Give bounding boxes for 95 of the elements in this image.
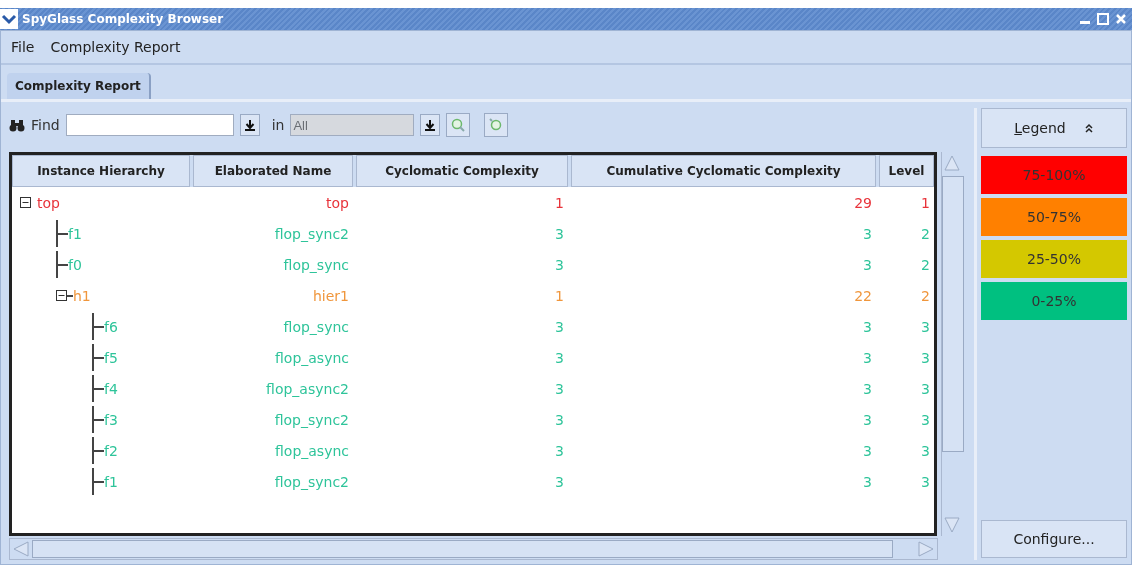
table-cell-text: 1	[554, 194, 565, 211]
collapse-icon[interactable]	[20, 197, 31, 208]
column-header[interactable]: Level	[879, 155, 934, 187]
table-cell-text: 3	[862, 256, 873, 273]
scroll-thumb[interactable]	[942, 176, 964, 452]
table-cell-text: flop_sync	[282, 318, 350, 335]
table-cell-text: 3	[862, 318, 873, 335]
instance-name[interactable]: top	[37, 194, 60, 211]
horizontal-scrollbar[interactable]	[9, 538, 938, 560]
column-header[interactable]: Instance Hierarchy	[12, 155, 190, 187]
table-cell-text: flop_sync2	[273, 225, 350, 242]
instance-name[interactable]: f0	[68, 256, 82, 273]
find-label: Find	[31, 117, 60, 133]
table-cell-text: 3	[920, 411, 931, 428]
in-label: in	[271, 117, 285, 133]
table-cell-text: 1	[554, 287, 565, 304]
table-cell-text: 1	[920, 194, 931, 211]
search-next-button[interactable]	[484, 113, 509, 137]
table-cell-text: 3	[862, 349, 873, 366]
instance-name[interactable]: f3	[104, 411, 118, 428]
dropdown-button[interactable]	[239, 114, 260, 136]
window-title: SpyGlass Complexity Browser	[22, 12, 225, 26]
menu-item[interactable]: Complexity Report	[50, 39, 181, 55]
tree-line	[56, 220, 68, 247]
arrow-down-icon	[243, 119, 256, 131]
table-cell-text: flop_async	[274, 442, 350, 459]
tree-line	[92, 313, 104, 340]
menu-item[interactable]: File	[11, 39, 35, 55]
legend-item: 50-75%	[981, 198, 1127, 236]
instance-name[interactable]: f4	[104, 380, 118, 397]
search-prev-button[interactable]	[446, 113, 471, 137]
find-field[interactable]	[65, 114, 234, 136]
maximize-icon[interactable]	[1096, 12, 1110, 26]
table-cell-text: top	[325, 194, 350, 211]
scope-field[interactable]: All	[290, 114, 415, 136]
table-cell-text: 3	[554, 349, 565, 366]
tree-line	[56, 251, 68, 278]
instance-name[interactable]: h1	[73, 287, 91, 304]
tree-line	[67, 293, 73, 298]
collapse-icon[interactable]	[56, 290, 67, 301]
close-icon[interactable]	[1114, 12, 1128, 26]
tree-line	[92, 375, 104, 402]
scroll-thumb[interactable]	[32, 540, 893, 558]
arrow-down-icon	[424, 119, 437, 131]
table-cell-text: 3	[920, 442, 931, 459]
table-cell-text: flop_sync	[282, 256, 350, 273]
table-cell-text: 3	[554, 318, 565, 335]
tree-line	[92, 437, 104, 464]
table-cell-text: 3	[920, 318, 931, 335]
table-cell-text: 3	[862, 411, 873, 428]
table-cell-text: 2	[920, 256, 931, 273]
tree-line	[92, 344, 104, 371]
table-cell-text: 3	[554, 380, 565, 397]
legend-item: 0-25%	[981, 282, 1127, 320]
table-cell-text: 22	[853, 287, 873, 304]
instance-name[interactable]: f6	[104, 318, 118, 335]
table-cell-text: 3	[862, 473, 873, 490]
table-cell-text: 3	[920, 349, 931, 366]
table-cell-text: 3	[920, 380, 931, 397]
table-cell-text: 3	[920, 473, 931, 490]
table-cell-text: 3	[554, 473, 565, 490]
tree-line	[92, 406, 104, 433]
table-cell-text: 3	[554, 442, 565, 459]
table-cell-text: 3	[554, 225, 565, 242]
table-cell-text: 2	[920, 287, 931, 304]
chevron-down-icon[interactable]	[0, 9, 18, 29]
instance-name[interactable]: f1	[68, 225, 82, 242]
table-cell-text: 3	[554, 411, 565, 428]
magnifier-icon	[450, 117, 467, 133]
instance-name[interactable]: f1	[104, 473, 118, 490]
table-cell-text: 3	[554, 256, 565, 273]
legend-item: 25-50%	[981, 240, 1127, 278]
table-cell-text: flop_sync2	[273, 411, 350, 428]
binoculars-icon	[9, 118, 25, 132]
tree-line	[92, 468, 104, 495]
column-header[interactable]: Cumulative Cyclomatic Complexity	[571, 155, 876, 187]
table-cell-text: 29	[853, 194, 873, 211]
legend-item: 75-100%	[981, 156, 1127, 194]
legend-button[interactable]: Legend	[981, 108, 1127, 148]
instance-name[interactable]: f5	[104, 349, 118, 366]
configure-button[interactable]: Configure...	[981, 520, 1127, 558]
table-cell-text: 3	[862, 380, 873, 397]
table-cell-text: 3	[862, 225, 873, 242]
column-header[interactable]: Elaborated Name	[193, 155, 353, 187]
double-chevron-up-icon	[1083, 123, 1094, 133]
table-cell-text: flop_async2	[265, 380, 350, 397]
dropdown-button[interactable]	[420, 114, 441, 136]
table-cell-text: hier1	[311, 287, 350, 304]
tab[interactable]: Complexity Report	[7, 73, 151, 99]
instance-name[interactable]: f2	[104, 442, 118, 459]
table-cell-text: 2	[920, 225, 931, 242]
table-cell-text: flop_async	[274, 349, 350, 366]
table-cell-text: 3	[862, 442, 873, 459]
column-header[interactable]: Cyclomatic Complexity	[356, 155, 568, 187]
table-cell-text: flop_sync2	[273, 473, 350, 490]
